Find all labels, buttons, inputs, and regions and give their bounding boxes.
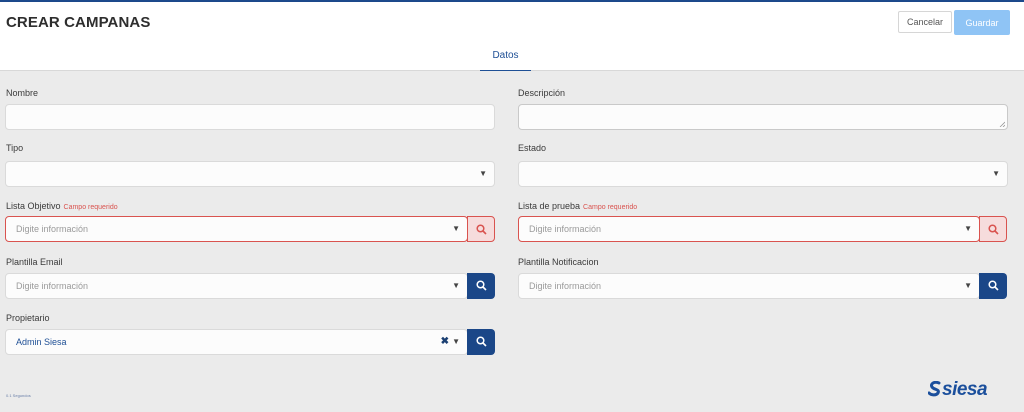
- tab-bar: Datos: [0, 40, 1024, 71]
- tipo-select[interactable]: ▼: [5, 161, 495, 187]
- clear-icon[interactable]: ✖: [441, 330, 449, 354]
- search-icon: [987, 280, 999, 291]
- lista-objetivo-placeholder: Digite información: [16, 224, 89, 234]
- plantilla-notificacion-label: Plantilla Notificacion: [518, 257, 599, 267]
- chevron-down-icon[interactable]: ▼: [452, 217, 460, 241]
- resize-grip-icon[interactable]: [999, 121, 1005, 127]
- plantilla-email-input[interactable]: Digite información ▼: [5, 273, 468, 299]
- plantilla-email-search-button[interactable]: [467, 273, 495, 299]
- lista-objetivo-search-button[interactable]: [467, 216, 495, 242]
- plantilla-notificacion-input[interactable]: Digite información ▼: [518, 273, 980, 299]
- chevron-down-icon: ▼: [992, 169, 1000, 178]
- propietario-label: Propietario: [6, 313, 50, 323]
- propietario-input[interactable]: Admin Siesa ✖ ▼: [5, 329, 468, 355]
- nombre-label: Nombre: [6, 88, 39, 98]
- siesa-logo-text: siesa: [942, 379, 988, 400]
- required-hint: Campo requerido: [583, 204, 638, 211]
- plantilla-email-placeholder: Digite información: [16, 281, 89, 291]
- cancel-button[interactable]: Cancelar: [898, 11, 952, 33]
- page-header: CREAR CAMPANAS Cancelar Guardar: [0, 2, 1024, 40]
- chevron-down-icon[interactable]: ▼: [964, 217, 972, 241]
- search-icon: [987, 224, 999, 235]
- search-icon: [475, 280, 487, 291]
- tipo-label: Tipo: [6, 143, 24, 153]
- search-icon: [475, 336, 487, 347]
- descripcion-textarea[interactable]: [518, 104, 1008, 130]
- estado-label: Estado: [518, 143, 547, 153]
- save-button[interactable]: Guardar: [954, 10, 1010, 35]
- chevron-down-icon[interactable]: ▼: [964, 274, 972, 298]
- plantilla-notificacion-placeholder: Digite información: [529, 281, 602, 291]
- lista-prueba-input[interactable]: Digite información ▼: [518, 216, 980, 242]
- estado-select[interactable]: ▼: [518, 161, 1008, 187]
- load-time-note: 0.1 Segundos: [6, 393, 31, 398]
- descripcion-label: Descripción: [518, 88, 566, 98]
- siesa-logo-mark-icon: [927, 380, 941, 397]
- nombre-input[interactable]: [5, 104, 495, 130]
- lista-prueba-label-text: Lista de prueba: [518, 201, 581, 211]
- search-icon: [475, 224, 487, 235]
- lista-objetivo-label: Lista Objetivo Campo requerido: [6, 201, 118, 211]
- siesa-logo: siesa: [927, 379, 988, 401]
- propietario-value: Admin Siesa: [16, 337, 67, 347]
- lista-objetivo-input[interactable]: Digite información ▼: [5, 216, 468, 242]
- propietario-search-button[interactable]: [467, 329, 495, 355]
- lista-prueba-placeholder: Digite información: [529, 224, 602, 234]
- lista-objetivo-label-text: Lista Objetivo: [6, 201, 61, 211]
- plantilla-email-label: Plantilla Email: [6, 257, 63, 267]
- lista-prueba-label: Lista de prueba Campo requerido: [518, 201, 637, 211]
- chevron-down-icon: ▼: [479, 169, 487, 178]
- lista-prueba-search-button[interactable]: [979, 216, 1007, 242]
- page-title: CREAR CAMPANAS: [6, 14, 151, 31]
- chevron-down-icon[interactable]: ▼: [452, 330, 460, 354]
- chevron-down-icon[interactable]: ▼: [452, 274, 460, 298]
- required-hint: Campo requerido: [63, 204, 118, 211]
- plantilla-notificacion-search-button[interactable]: [979, 273, 1007, 299]
- tab-datos[interactable]: Datos: [480, 40, 531, 71]
